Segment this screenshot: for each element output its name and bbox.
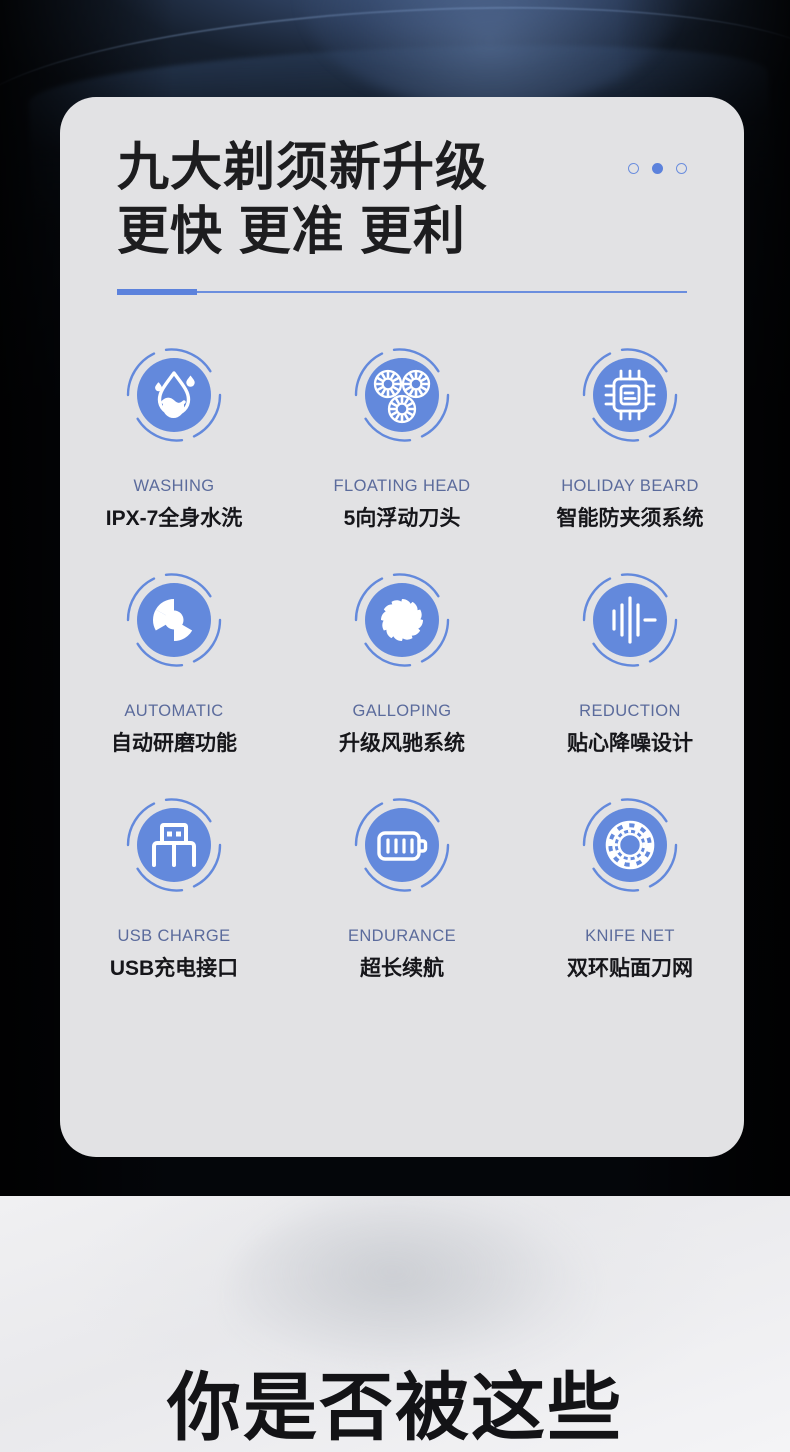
feature-item[interactable]: KNIFE NET 双环贴面刀网 xyxy=(516,779,744,982)
feature-label-en: REDUCTION xyxy=(579,702,681,721)
feature-label-en: ENDURANCE xyxy=(348,927,456,946)
feature-label-en: GALLOPING xyxy=(353,702,452,721)
feature-label-cn: 智能防夹须系统 xyxy=(557,502,704,532)
divider-accent-segment xyxy=(117,289,197,295)
bottom-headline: 你是否被这些 xyxy=(0,1348,790,1452)
sound-wave-icon xyxy=(564,554,696,686)
feature-label-cn: 贴心降噪设计 xyxy=(567,727,693,757)
rotary-blade-icon xyxy=(108,554,240,686)
cpu-chip-icon xyxy=(564,329,696,461)
feature-label-en: USB CHARGE xyxy=(117,927,230,946)
feature-label-en: KNIFE NET xyxy=(585,927,675,946)
usb-connector-icon xyxy=(108,779,240,911)
feature-label-cn: USB充电接口 xyxy=(110,952,238,982)
feature-item[interactable]: REDUCTION 贴心降噪设计 xyxy=(516,554,744,757)
feature-item[interactable]: HOLIDAY BEARD 智能防夹须系统 xyxy=(516,329,744,532)
feature-grid: WASHING IPX-7全身水洗 xyxy=(60,329,744,982)
battery-icon xyxy=(336,779,468,911)
headline-secondary: 更快 更准 更利 xyxy=(117,201,744,263)
feature-item[interactable]: AUTOMATIC 自动研磨功能 xyxy=(60,554,288,757)
feature-label-en: WASHING xyxy=(133,477,214,496)
pager-dot-3[interactable] xyxy=(676,163,687,174)
feature-label-cn: 升级风驰系统 xyxy=(339,727,465,757)
feature-label-cn: 双环贴面刀网 xyxy=(567,952,693,982)
feature-item[interactable]: USB CHARGE USB充电接口 xyxy=(60,779,288,982)
feature-label-cn: 5向浮动刀头 xyxy=(344,502,461,532)
divider-thin-line xyxy=(117,291,687,293)
bottom-section: 你是否被这些 xyxy=(0,1196,790,1452)
triple-shaver-head-icon xyxy=(336,329,468,461)
feature-item[interactable]: ENDURANCE 超长续航 xyxy=(288,779,516,982)
card-header: 九大剃须新升级 更快 更准 更利 xyxy=(60,97,744,263)
dual-ring-blade-net-icon xyxy=(564,779,696,911)
pager-dot-2[interactable] xyxy=(652,163,663,174)
feature-label-cn: IPX-7全身水洗 xyxy=(106,502,243,532)
section-divider xyxy=(117,289,687,295)
feature-label-en: FLOATING HEAD xyxy=(334,477,471,496)
feature-item[interactable]: FLOATING HEAD 5向浮动刀头 xyxy=(288,329,516,532)
water-drop-icon xyxy=(108,329,240,461)
feature-label-cn: 超长续航 xyxy=(360,952,444,982)
feature-item[interactable]: GALLOPING 升级风驰系统 xyxy=(288,554,516,757)
feature-card: 九大剃须新升级 更快 更准 更利 xyxy=(60,97,744,1157)
feature-item[interactable]: WASHING IPX-7全身水洗 xyxy=(60,329,288,532)
feature-label-en: HOLIDAY BEARD xyxy=(561,477,699,496)
turbine-fan-icon xyxy=(336,554,468,686)
feature-label-en: AUTOMATIC xyxy=(124,702,223,721)
pager-dots xyxy=(628,163,687,174)
feature-label-cn: 自动研磨功能 xyxy=(111,727,237,757)
pager-dot-1[interactable] xyxy=(628,163,639,174)
